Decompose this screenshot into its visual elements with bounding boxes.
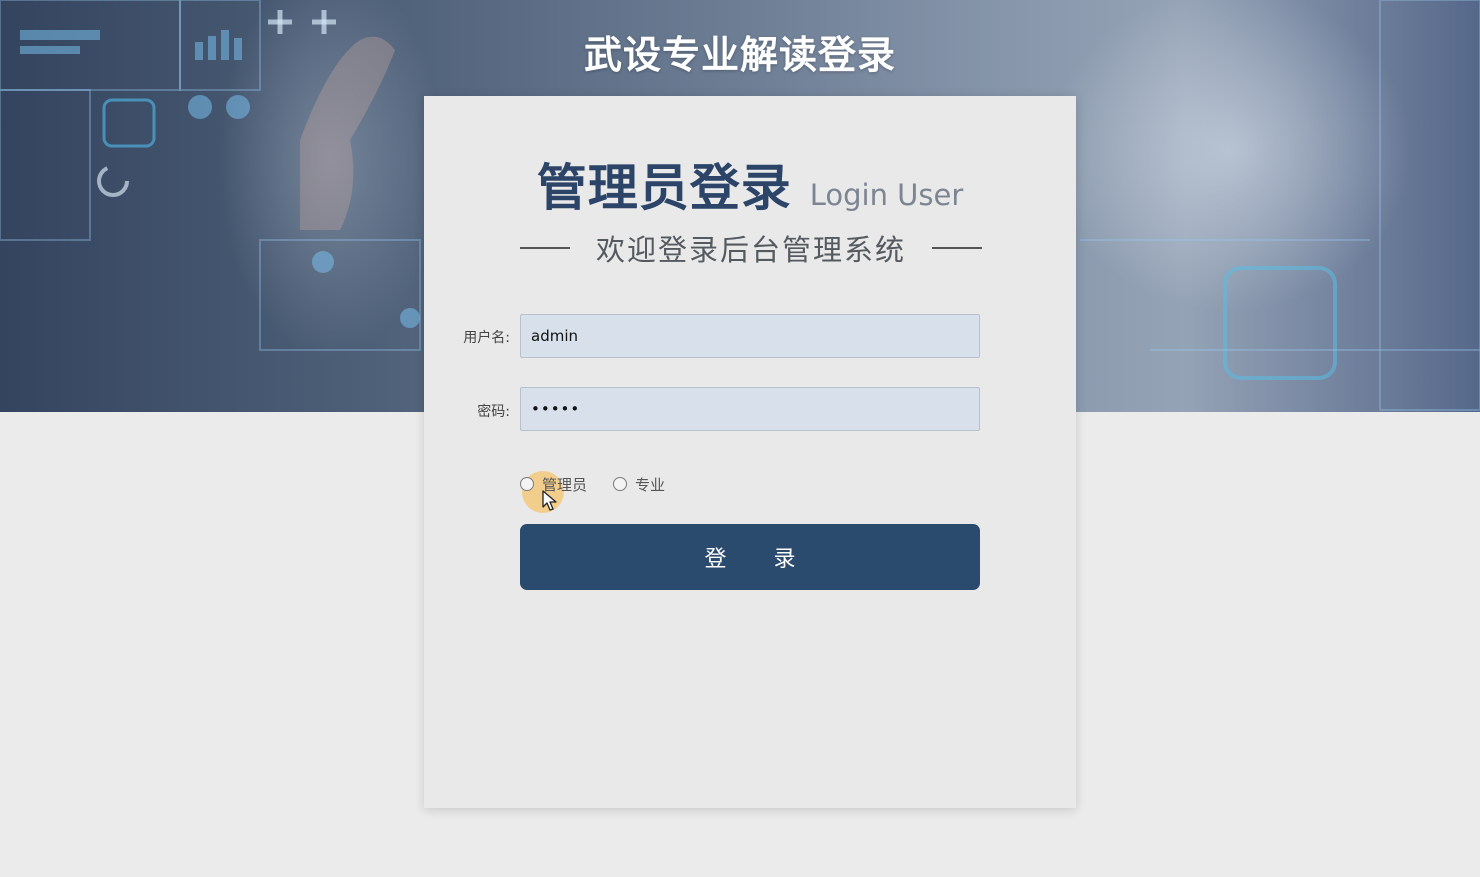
password-label: 密码: — [477, 404, 510, 420]
login-card: 管理员登录Login User 欢迎登录后台管理系统 用户名: 密码: 管理员 … — [424, 96, 1076, 808]
login-button[interactable]: 登 录 — [520, 524, 980, 590]
site-title: 武设专业解读登录 — [583, 33, 896, 77]
radio-admin[interactable] — [520, 477, 534, 491]
username-label: 用户名: — [463, 330, 510, 346]
mouse-cursor-icon — [542, 490, 557, 511]
subtitle-divider-left — [520, 247, 570, 249]
login-title-en: Login User — [809, 178, 964, 212]
login-title: 管理员登录 — [536, 159, 792, 217]
username-input[interactable] — [520, 314, 980, 358]
login-subtitle: 欢迎登录后台管理系统 — [595, 233, 906, 267]
role-label-major: 专业 — [635, 475, 666, 494]
radio-major[interactable] — [613, 477, 628, 491]
subtitle-row: 欢迎登录后台管理系统 — [520, 228, 982, 268]
login-heading: 管理员登录 Login User — [424, 148, 1076, 220]
password-input[interactable] — [520, 387, 980, 431]
role-option-major[interactable]: 专业 — [613, 474, 665, 495]
subtitle-divider-right — [931, 247, 982, 249]
